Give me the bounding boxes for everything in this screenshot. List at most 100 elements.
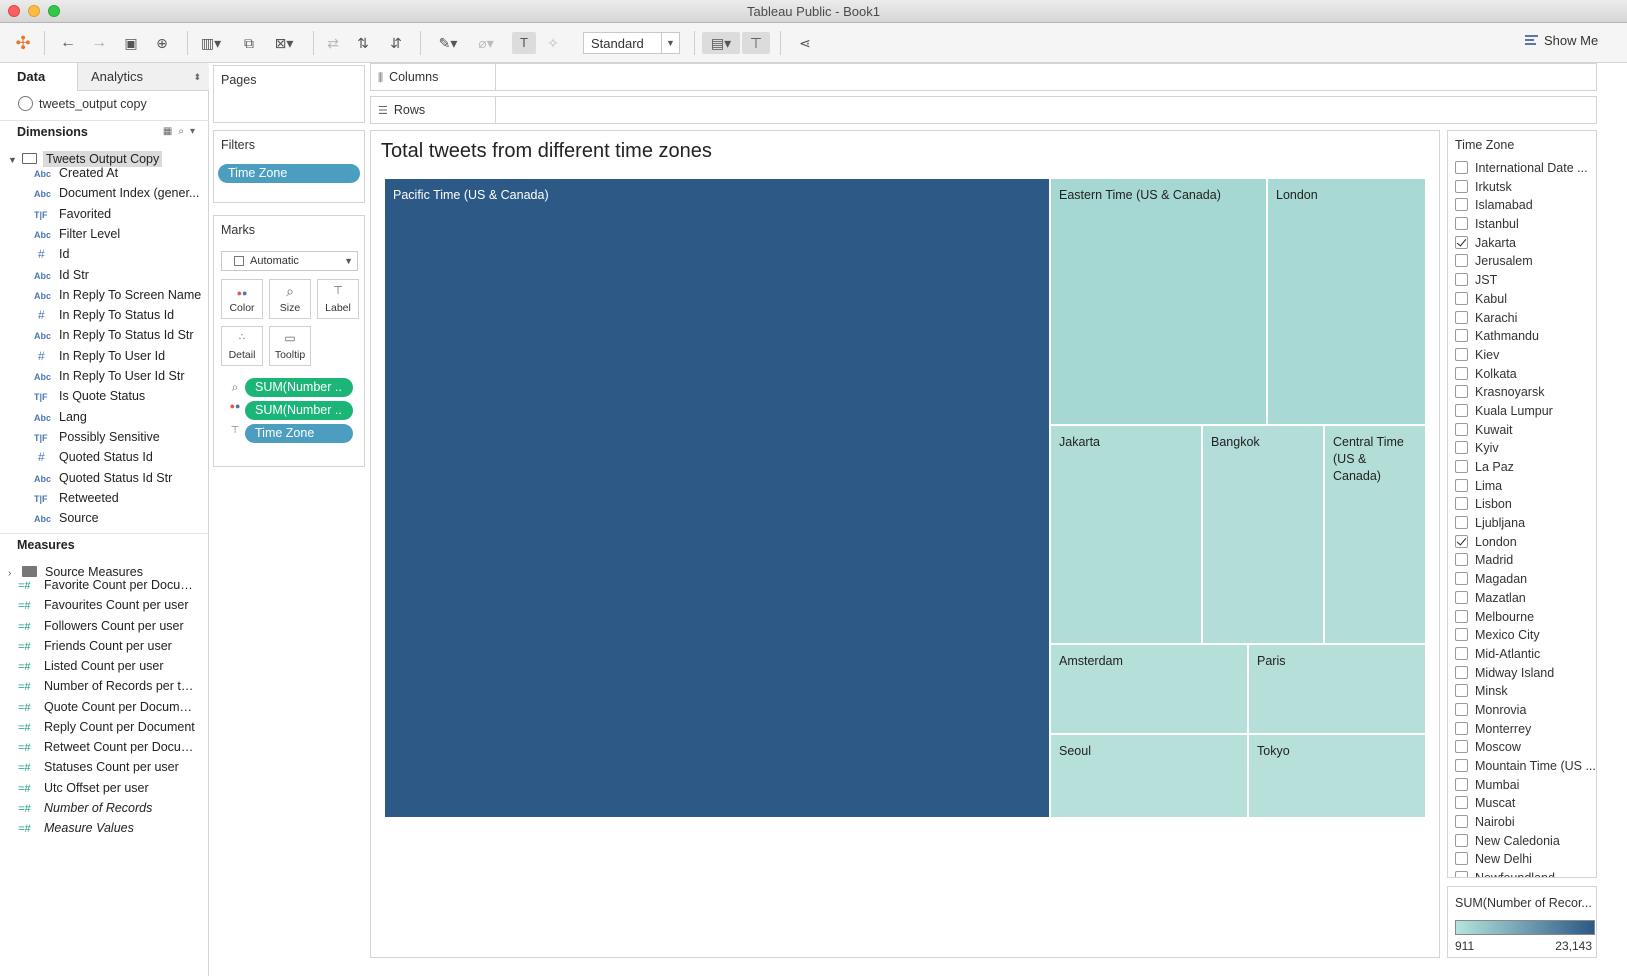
checkbox[interactable] (1455, 871, 1468, 877)
tooltip-button[interactable]: ▭ Tooltip (269, 326, 311, 366)
checkbox[interactable] (1455, 553, 1468, 567)
checkbox[interactable] (1455, 590, 1468, 604)
checkbox[interactable] (1455, 161, 1468, 174)
treemap-tile[interactable]: London (1268, 179, 1427, 426)
time-zone-option[interactable]: Kyiv (1455, 439, 1596, 458)
checkbox[interactable] (1455, 179, 1468, 193)
dimension-field[interactable]: Abc In Reply To Screen Name (34, 285, 206, 305)
checkbox[interactable] (1455, 852, 1468, 866)
presentation-mode-icon[interactable]: ⊤ (742, 32, 770, 54)
treemap-tile[interactable]: Seoul (1051, 735, 1249, 819)
measure-field[interactable]: =# Quote Count per Document (18, 697, 196, 717)
measure-field[interactable]: =# Favourites Count per user (18, 595, 196, 615)
checkbox[interactable] (1455, 460, 1468, 473)
checkbox[interactable] (1455, 646, 1468, 660)
dimension-field[interactable]: Abc Id Str (34, 265, 206, 285)
checkbox[interactable] (1455, 291, 1468, 305)
dimension-field[interactable]: T|F Is Quote Status (34, 386, 206, 406)
mark-type-select[interactable]: Automatic ▼ (221, 251, 358, 271)
time-zone-option[interactable]: La Paz (1455, 458, 1596, 477)
checkbox[interactable] (1455, 478, 1468, 492)
measure-field[interactable]: =# Reply Count per Document (18, 717, 196, 737)
dimension-field[interactable]: T|F Favorited (34, 204, 206, 224)
dimension-field[interactable]: # Id (34, 244, 206, 264)
checkbox[interactable] (1455, 347, 1468, 361)
checkbox[interactable] (1455, 609, 1468, 623)
show-cards-icon[interactable]: ▤▾ (702, 32, 740, 54)
label-button[interactable]: ⊤ Label (317, 279, 359, 319)
time-zone-option[interactable]: Kuwait (1455, 421, 1596, 440)
group-members-icon[interactable]: ⌀▾ (470, 32, 502, 54)
checkbox[interactable] (1455, 665, 1468, 679)
dimension-field[interactable]: Abc Lang (34, 407, 206, 427)
new-worksheet-icon[interactable]: ▥▾ (196, 32, 226, 54)
time-zone-option[interactable]: New Delhi (1455, 850, 1596, 869)
dimension-field[interactable]: Abc In Reply To User Id Str (34, 366, 206, 386)
checkbox[interactable] (1455, 815, 1468, 829)
treemap-tile[interactable]: Tokyo (1249, 735, 1427, 819)
save-icon[interactable]: ▣ (120, 32, 142, 54)
checkbox[interactable] (1455, 441, 1468, 455)
checkbox[interactable] (1455, 628, 1468, 642)
checkbox[interactable] (1455, 403, 1468, 417)
time-zone-option[interactable]: Kathmandu (1455, 327, 1596, 346)
columns-shelf[interactable]: ⫼ Columns (370, 63, 1597, 91)
dimension-field[interactable]: Abc In Reply To Status Id Str (34, 325, 206, 345)
checkbox[interactable] (1455, 217, 1468, 231)
filter-pill-time-zone[interactable]: Time Zone (218, 164, 360, 183)
detail-button[interactable]: ∴ Detail (221, 326, 263, 366)
marks-pill-color[interactable]: SUM(Number .. (245, 401, 353, 420)
time-zone-option[interactable]: Ljubljana (1455, 514, 1596, 533)
time-zone-option[interactable]: Madrid (1455, 551, 1596, 570)
dimension-field[interactable]: Abc Filter Level (34, 224, 206, 244)
treemap-tile[interactable]: Paris (1249, 645, 1427, 735)
time-zone-option[interactable]: New Caledonia (1455, 832, 1596, 851)
filters-card[interactable]: Filters Time Zone (213, 130, 365, 203)
time-zone-filter-list[interactable]: International Date ... Irkutsk Islamabad Is… (1455, 159, 1596, 877)
dimension-field[interactable]: # In Reply To Status Id (34, 305, 206, 325)
size-button[interactable]: ⌕ Size (269, 279, 311, 319)
treemap-tile[interactable]: Amsterdam (1051, 645, 1249, 735)
show-mark-labels-icon[interactable]: T (512, 32, 536, 54)
measure-field[interactable]: =# Friends Count per user (18, 636, 196, 656)
treemap-tile[interactable]: Eastern Time (US & Canada) (1051, 179, 1268, 426)
measure-field[interactable]: =# Favorite Count per Docum... (18, 575, 196, 595)
checkbox[interactable] (1455, 273, 1468, 287)
measure-field[interactable]: =# Statuses Count per user (18, 757, 196, 777)
dimension-field[interactable]: Abc Source (34, 508, 206, 528)
checkbox[interactable] (1455, 422, 1468, 436)
checkbox[interactable] (1455, 572, 1468, 586)
undo-icon[interactable]: ← (57, 32, 79, 54)
show-me-button[interactable]: Show Me (1525, 33, 1598, 48)
measure-field[interactable]: =# Number of Records (18, 798, 196, 818)
treemap-tile[interactable]: Central Time (US & Canada) (1325, 426, 1427, 645)
time-zone-option[interactable]: Newfoundland (1455, 869, 1596, 877)
tableau-logo-icon[interactable]: ✣ (12, 32, 34, 54)
checkbox[interactable] (1455, 385, 1468, 399)
checkbox[interactable] (1455, 833, 1468, 847)
tab-analytics[interactable]: Analytics ⬍ (77, 63, 209, 91)
treemap-tile[interactable]: Pacific Time (US & Canada) (385, 179, 1051, 819)
time-zone-option[interactable]: Moscow (1455, 738, 1596, 757)
measure-field[interactable]: =# Followers Count per user (18, 616, 196, 636)
time-zone-option[interactable]: Kuala Lumpur (1455, 402, 1596, 421)
time-zone-option[interactable]: Kolkata (1455, 365, 1596, 384)
pages-card[interactable]: Pages (213, 65, 365, 123)
marks-pill-size[interactable]: SUM(Number .. (245, 378, 353, 397)
sort-descending-icon[interactable]: ⇵ (385, 32, 407, 54)
share-icon[interactable]: ⋖ (794, 32, 816, 54)
clear-sheet-icon[interactable]: ⊠▾ (268, 32, 300, 54)
checkbox[interactable] (1455, 702, 1468, 716)
time-zone-option[interactable]: Lisbon (1455, 495, 1596, 514)
time-zone-option[interactable]: Nairobi (1455, 813, 1596, 832)
time-zone-option[interactable]: Jakarta (1455, 234, 1596, 253)
treemap-tile[interactable]: Bangkok (1203, 426, 1325, 645)
checkbox[interactable] (1455, 759, 1468, 772)
measure-field[interactable]: =# Measure Values (18, 818, 196, 838)
time-zone-option[interactable]: Mountain Time (US ... (1455, 757, 1596, 776)
measure-field[interactable]: =# Number of Records per tw... (18, 676, 196, 696)
dimension-field[interactable]: # In Reply To User Id (34, 346, 206, 366)
time-zone-option[interactable]: Magadan (1455, 570, 1596, 589)
measure-field[interactable]: =# Retweet Count per Docum... (18, 737, 196, 757)
time-zone-option[interactable]: Mid-Atlantic (1455, 645, 1596, 664)
